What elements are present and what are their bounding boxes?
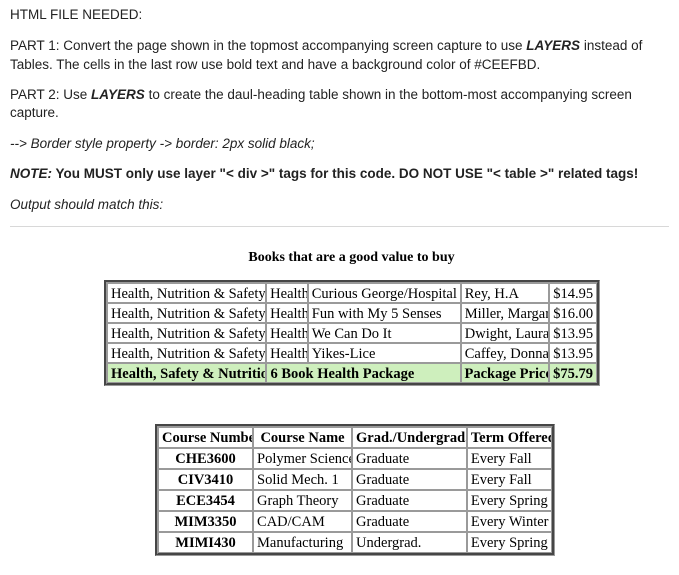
part1-prefix-text: PART 1: Convert the page shown in the to… [10, 38, 527, 54]
table-row: Health, Nutrition & Safety Health Curiou… [107, 282, 597, 303]
table-row: ECE3454 Graph Theory Graduate Every Spri… [158, 489, 552, 511]
courses-cell-name: CAD/CAM [253, 510, 353, 532]
courses-header-grad-undergrad: Grad./Undergrad. [352, 426, 467, 448]
books-cell-price: $13.95 [549, 322, 597, 343]
table-row: MIM3350 CAD/CAM Graduate Every Winter [158, 510, 552, 532]
books-cell-author: Rey, H.A [460, 282, 550, 303]
courses-cell-name: Solid Mech. 1 [253, 468, 353, 490]
section-divider [10, 225, 669, 227]
part2-emphasis-layers: LAYERS [91, 87, 145, 103]
books-cell-subject: Health [266, 342, 308, 363]
part2-prefix-text: PART 2: Use [10, 87, 92, 103]
table-row: CHE3600 Polymer Science Graduate Every F… [158, 447, 552, 469]
table-row: CIV3410 Solid Mech. 1 Graduate Every Fal… [158, 468, 552, 490]
instructions-note: NOTE: You MUST only use layer "< div >" … [10, 165, 669, 183]
books-cell-price: $14.95 [549, 282, 597, 303]
note-label: NOTE: [10, 166, 52, 182]
table-row: MIMI430 Manufacturing Undergrad. Every S… [158, 531, 552, 553]
instructions-heading: HTML FILE NEEDED: [10, 7, 143, 22]
courses-cell-number: MIMI430 [158, 531, 254, 553]
part1-emphasis-layers: LAYERS [526, 38, 581, 54]
courses-cell-number: MIM3350 [158, 510, 254, 532]
package-cell-name: 6 Book Health Package [266, 362, 461, 383]
courses-cell-level: Undergrad. [352, 531, 467, 553]
books-cell-subject: Health [266, 302, 308, 323]
package-cell-price: $75.79 [549, 362, 597, 383]
courses-cell-term: Every Fall [466, 468, 552, 490]
books-cell-title: Yikes-Lice [307, 342, 461, 363]
courses-header-course-name: Course Name [253, 426, 353, 448]
books-cell-title: Fun with My 5 Senses [307, 302, 461, 323]
package-cell-category: Health, Safety & Nutrition [107, 362, 267, 383]
table-row: Health, Nutrition & Safety Health Yikes-… [107, 342, 597, 363]
courses-cell-term: Every Spring [466, 489, 552, 511]
books-cell-author: Dwight, Laura [460, 322, 550, 343]
note-text: You MUST only use layer "< div >" tags f… [52, 166, 639, 182]
books-cell-price: $16.00 [549, 302, 597, 323]
courses-cell-number: ECE3454 [158, 489, 254, 511]
books-cell-author: Caffey, Donna [460, 342, 550, 363]
books-cell-title: Curious George/Hospital [307, 282, 461, 303]
books-cell-category: Health, Nutrition & Safety [107, 322, 267, 343]
courses-cell-name: Graph Theory [253, 489, 353, 511]
books-cell-price: $13.95 [549, 342, 597, 363]
courses-cell-name: Polymer Science [253, 447, 353, 469]
courses-cell-level: Graduate [352, 510, 467, 532]
books-cell-category: Health, Nutrition & Safety [107, 282, 267, 303]
instructions-block: HTML FILE NEEDED: PART 1: Convert the pa… [0, 0, 679, 214]
courses-cell-level: Graduate [352, 447, 467, 469]
books-cell-title: We Can Do It [307, 322, 461, 343]
instructions-part2: PART 2: Use LAYERS to create the daul-he… [10, 86, 669, 123]
courses-cell-level: Graduate [352, 489, 467, 511]
instructions-part1: PART 1: Convert the page shown in the to… [10, 37, 669, 74]
courses-table: Course Number Course Name Grad./Undergra… [155, 423, 555, 556]
courses-table-container: Course Number Course Name Grad./Undergra… [0, 423, 679, 556]
courses-cell-level: Graduate [352, 468, 467, 490]
courses-header-term-offered: Term Offered [466, 426, 552, 448]
courses-header-course-number: Course Number [158, 426, 254, 448]
books-package-row: Health, Safety & Nutrition 6 Book Health… [107, 362, 597, 383]
courses-cell-term: Every Spring [466, 531, 552, 553]
books-cell-author: Miller, Margaret [460, 302, 550, 323]
instructions-output-line: Output should match this: [10, 196, 164, 212]
courses-cell-number: CHE3600 [158, 447, 254, 469]
books-table-container: Health, Nutrition & Safety Health Curiou… [0, 279, 679, 386]
books-cell-subject: Health [266, 282, 308, 303]
courses-cell-term: Every Fall [466, 447, 552, 469]
books-table-title: Books that are a good value to buy [248, 249, 455, 265]
books-cell-category: Health, Nutrition & Safety [107, 342, 267, 363]
table-row: Health, Nutrition & Safety Health We Can… [107, 322, 597, 343]
courses-header-row: Course Number Course Name Grad./Undergra… [158, 426, 552, 448]
table-row: Health, Nutrition & Safety Health Fun wi… [107, 302, 597, 323]
courses-cell-name: Manufacturing [253, 531, 353, 553]
package-cell-label: Package Price [460, 362, 550, 383]
courses-cell-term: Every Winter [466, 510, 552, 532]
books-cell-subject: Health [266, 322, 308, 343]
instructions-border-note: --> Border style property -> border: 2px… [10, 135, 315, 151]
books-table: Health, Nutrition & Safety Health Curiou… [104, 279, 600, 386]
books-cell-category: Health, Nutrition & Safety [107, 302, 267, 323]
courses-cell-number: CIV3410 [158, 468, 254, 490]
